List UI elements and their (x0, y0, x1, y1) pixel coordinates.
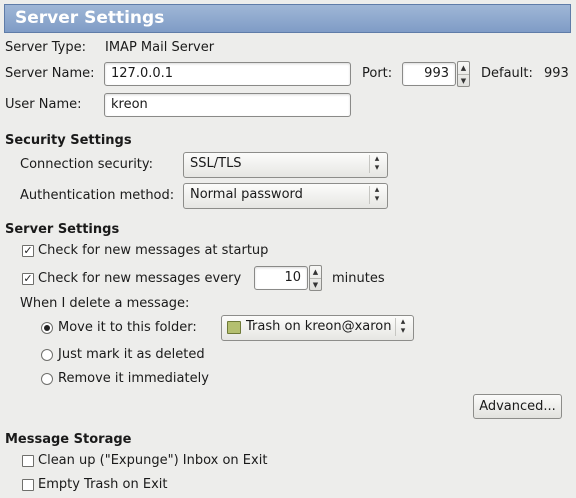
check-interval-input[interactable]: 10 (254, 266, 308, 290)
chevron-updown-icon: ▴ ▾ (369, 155, 384, 173)
advanced-button[interactable]: Advanced... (473, 394, 562, 419)
remove-immediately-radio[interactable] (41, 373, 53, 385)
spin-down-icon[interactable]: ▼ (458, 75, 469, 87)
port-label: Port: (362, 66, 393, 81)
mark-deleted-label[interactable]: Just mark it as deleted (58, 347, 205, 363)
chevron-updown-icon: ▴ ▾ (395, 318, 410, 336)
user-name-label: User Name: (5, 97, 82, 112)
port-input[interactable]: 993 (402, 62, 456, 86)
connection-security-label: Connection security: (20, 157, 154, 172)
message-storage-heading: Message Storage (5, 432, 132, 447)
section-header-bar: Server Settings (4, 4, 571, 33)
spin-up-icon[interactable]: ▲ (310, 266, 321, 279)
expunge-inbox-label[interactable]: Clean up ("Expunge") Inbox on Exit (38, 453, 267, 469)
check-startup-label[interactable]: Check for new messages at startup (38, 243, 268, 259)
expunge-inbox-checkbox[interactable] (22, 455, 34, 467)
server-type-label: Server Type: (5, 40, 87, 55)
trash-folder-value: Trash on kreon@xaron (246, 319, 392, 334)
server-name-label: Server Name: (5, 66, 95, 81)
server-type-value: IMAP Mail Server (105, 40, 215, 55)
move-to-folder-label[interactable]: Move it to this folder: (58, 320, 197, 336)
auth-method-select[interactable]: Normal password ▴ ▾ (183, 183, 388, 209)
default-port-label: Default: (481, 66, 533, 81)
check-interval-spinner[interactable]: ▲ ▼ (309, 265, 322, 291)
spin-up-icon[interactable]: ▲ (458, 62, 469, 75)
delete-message-label: When I delete a message: (20, 296, 190, 311)
check-every-checkbox[interactable]: ✓ (22, 273, 34, 285)
user-name-input[interactable]: kreon (104, 93, 351, 117)
spin-down-icon[interactable]: ▼ (310, 279, 321, 291)
server-name-input[interactable]: 127.0.0.1 (104, 62, 351, 86)
port-spinner[interactable]: ▲ ▼ (457, 61, 470, 87)
default-port-value: 993 (544, 66, 569, 81)
trash-folder-select[interactable]: Trash on kreon@xaron ▴ ▾ (221, 315, 414, 341)
remove-immediately-label[interactable]: Remove it immediately (58, 371, 209, 387)
connection-security-value: SSL/TLS (190, 156, 242, 171)
auth-method-value: Normal password (190, 187, 303, 202)
server-settings-heading: Server Settings (5, 222, 120, 237)
minutes-label: minutes (332, 271, 385, 286)
connection-security-select[interactable]: SSL/TLS ▴ ▾ (183, 152, 388, 178)
check-every-label[interactable]: Check for new messages every (38, 271, 241, 287)
check-startup-checkbox[interactable]: ✓ (22, 245, 34, 257)
empty-trash-checkbox[interactable] (22, 479, 34, 491)
page-title: Server Settings (15, 8, 165, 28)
folder-icon (227, 321, 241, 334)
mark-deleted-radio[interactable] (41, 349, 53, 361)
security-settings-heading: Security Settings (5, 133, 132, 148)
auth-method-label: Authentication method: (20, 188, 175, 203)
move-to-folder-radio[interactable] (41, 322, 53, 334)
empty-trash-label[interactable]: Empty Trash on Exit (38, 477, 167, 493)
chevron-updown-icon: ▴ ▾ (369, 186, 384, 204)
